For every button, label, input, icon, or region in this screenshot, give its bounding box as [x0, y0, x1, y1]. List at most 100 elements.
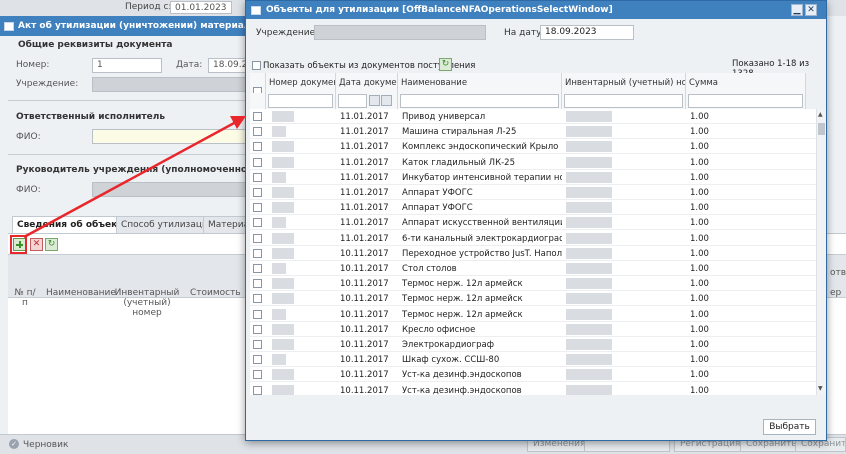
table-row[interactable]: 11.01.2017 Инкубатор интенсивной терапии … — [250, 170, 816, 185]
doc-date-cell: 10.11.2017 — [340, 340, 389, 350]
inventory-cell — [566, 369, 612, 381]
table-row[interactable]: 11.01.2017 6-ти канальный электрокардиогр… — [250, 231, 816, 246]
table-row[interactable]: 10.11.2017 Термос нерж. 12л армейск 1.00 — [250, 291, 816, 307]
sum-cell: 1.00 — [690, 248, 709, 259]
col-doc-date[interactable]: Дата докуме... — [336, 73, 398, 93]
table-row[interactable]: 11.01.2017 Привод универсал 1.00 — [250, 109, 816, 124]
name-cell: Кресло офисное — [402, 324, 476, 335]
name-cell: Аппарат УФОГС — [402, 203, 473, 214]
grid-scrollbar[interactable]: ▲ ▼ — [816, 109, 826, 395]
period-from-input[interactable]: 01.01.2023 — [170, 1, 232, 14]
table-row[interactable]: 10.11.2017 Кресло офисное 1.00 — [250, 322, 816, 337]
row-checkbox[interactable] — [253, 112, 262, 121]
filter-sum-input[interactable] — [688, 94, 803, 108]
number-input[interactable]: 1 — [92, 58, 162, 73]
row-checkbox[interactable] — [253, 157, 262, 167]
row-checkbox[interactable] — [253, 264, 262, 273]
filter-doc-number-input[interactable] — [268, 94, 333, 108]
row-checkbox[interactable] — [253, 385, 262, 395]
name-cell: Электрокардиограф — [402, 340, 494, 350]
table-row[interactable]: 11.01.2017 Каток гладильный ЛК-25 1.00 — [250, 155, 816, 170]
doc-date-cell: 10.11.2017 — [340, 248, 389, 259]
row-checkbox[interactable] — [253, 355, 262, 365]
date-label: На дату: — [504, 28, 545, 38]
calendar-icon[interactable] — [369, 95, 380, 106]
row-checkbox[interactable] — [253, 233, 262, 243]
refresh-button[interactable]: ↻ — [439, 58, 452, 71]
doc-date-cell: 11.01.2017 — [340, 188, 389, 198]
refresh-button[interactable]: ↻ — [45, 238, 58, 251]
date-label: Дата: — [176, 60, 203, 70]
sum-cell: 1.00 — [690, 203, 709, 214]
minimize-button[interactable]: ▁ — [791, 4, 803, 16]
name-cell: Шкаф сухож. ССШ-80 — [402, 355, 500, 366]
row-checkbox[interactable] — [253, 142, 262, 152]
col-inventory[interactable]: Инвентарный (учетный) номер — [562, 73, 686, 93]
col-sum[interactable]: Сумма — [686, 73, 806, 93]
institution-input[interactable] — [92, 77, 248, 92]
delete-button[interactable]: ✕ — [30, 238, 43, 251]
doc-number-cell — [272, 111, 294, 122]
dialog-titlebar[interactable]: Объекты для утилизации [OffBalanceNFAOpe… — [246, 1, 826, 19]
row-checkbox[interactable] — [253, 370, 262, 380]
table-row[interactable]: 11.01.2017 Комплекс эндоскопический Крыло… — [250, 139, 816, 155]
row-checkbox[interactable] — [253, 127, 262, 137]
table-row[interactable]: 10.11.2017 Электрокардиограф 1.00 — [250, 337, 816, 352]
table-row[interactable]: 10.11.2017 Уст-ка дезинф.эндоскопов 1.00 — [250, 383, 816, 395]
date-input[interactable]: 18.09.2 — [208, 58, 248, 73]
head-fio-input[interactable] — [92, 182, 248, 197]
row-checkbox[interactable] — [253, 218, 262, 228]
select-all-cell — [250, 73, 266, 93]
tab-materials[interactable]: Материа — [203, 216, 249, 233]
row-checkbox[interactable] — [253, 188, 262, 197]
select-button[interactable]: Выбрать — [763, 419, 816, 435]
responsible-fio-input[interactable] — [92, 129, 248, 144]
doc-number-cell — [272, 171, 286, 183]
inventory-cell — [566, 141, 612, 153]
table-row[interactable]: 11.01.2017 Аппарат УФОГС 1.00 — [250, 200, 816, 216]
table-row[interactable]: 10.11.2017 Уст-ка дезинф.эндоскопов 1.00 — [250, 367, 816, 383]
doc-date-cell: 11.01.2017 — [340, 218, 389, 229]
filter-doc-date-input[interactable] — [338, 94, 367, 108]
doc-number-cell — [272, 323, 294, 335]
close-button[interactable]: ✕ — [805, 4, 817, 16]
col-cost: Стоимость — [190, 288, 241, 298]
name-cell: Комплекс эндоскопический Крыло — [402, 142, 559, 153]
filter-inventory-input[interactable] — [564, 94, 683, 108]
scroll-thumb[interactable] — [818, 123, 825, 135]
row-checkbox[interactable] — [253, 248, 262, 258]
scroll-up-icon[interactable]: ▲ — [818, 111, 823, 118]
row-checkbox[interactable] — [253, 203, 262, 213]
date-input[interactable]: 18.09.2023 — [540, 25, 634, 40]
table-row[interactable]: 10.11.2017 Шкаф сухож. ССШ-80 1.00 — [250, 352, 816, 368]
table-row[interactable]: 10.11.2017 Термос нерж. 12л армейск 1.00 — [250, 307, 816, 322]
table-row[interactable]: 11.01.2017 Машина стиральная Л-25 1.00 — [250, 124, 816, 140]
table-row[interactable]: 11.01.2017 Аппарат искусственной вентиляц… — [250, 215, 816, 231]
doc-number-cell — [272, 247, 294, 259]
filter-icon[interactable] — [381, 95, 392, 106]
row-checkbox[interactable] — [253, 279, 262, 289]
table-row[interactable]: 10.11.2017 Переходное устройство JusT. На… — [250, 246, 816, 261]
show-docs-checkbox[interactable] — [252, 61, 261, 70]
sum-cell: 1.00 — [690, 385, 709, 395]
doc-date-cell: 10.11.2017 — [340, 385, 389, 395]
institution-input[interactable] — [314, 25, 486, 40]
col-doc-number[interactable]: Номер докумен... — [266, 73, 336, 93]
col-name[interactable]: Наименование — [398, 73, 562, 93]
row-checkbox[interactable] — [253, 172, 262, 182]
row-checkbox[interactable] — [253, 324, 262, 334]
table-row[interactable]: 10.11.2017 Стол столов 1.00 — [250, 261, 816, 276]
scroll-down-icon[interactable]: ▼ — [818, 385, 823, 392]
row-checkbox[interactable] — [253, 294, 262, 304]
inventory-cell — [566, 384, 612, 395]
row-checkbox[interactable] — [253, 340, 262, 349]
name-cell: Уст-ка дезинф.эндоскопов — [402, 385, 522, 395]
name-cell: Термос нерж. 12л армейск — [402, 294, 523, 305]
sum-cell: 1.00 — [690, 370, 709, 381]
doc-date-cell: 10.11.2017 — [340, 355, 389, 366]
check-icon: ✓ — [9, 439, 19, 449]
table-row[interactable]: 11.01.2017 Аппарат УФОГС 1.00 — [250, 185, 816, 200]
table-row[interactable]: 10.11.2017 Термос нерж. 12л армейск 1.00 — [250, 276, 816, 292]
filter-name-input[interactable] — [400, 94, 559, 108]
row-checkbox[interactable] — [253, 309, 262, 319]
